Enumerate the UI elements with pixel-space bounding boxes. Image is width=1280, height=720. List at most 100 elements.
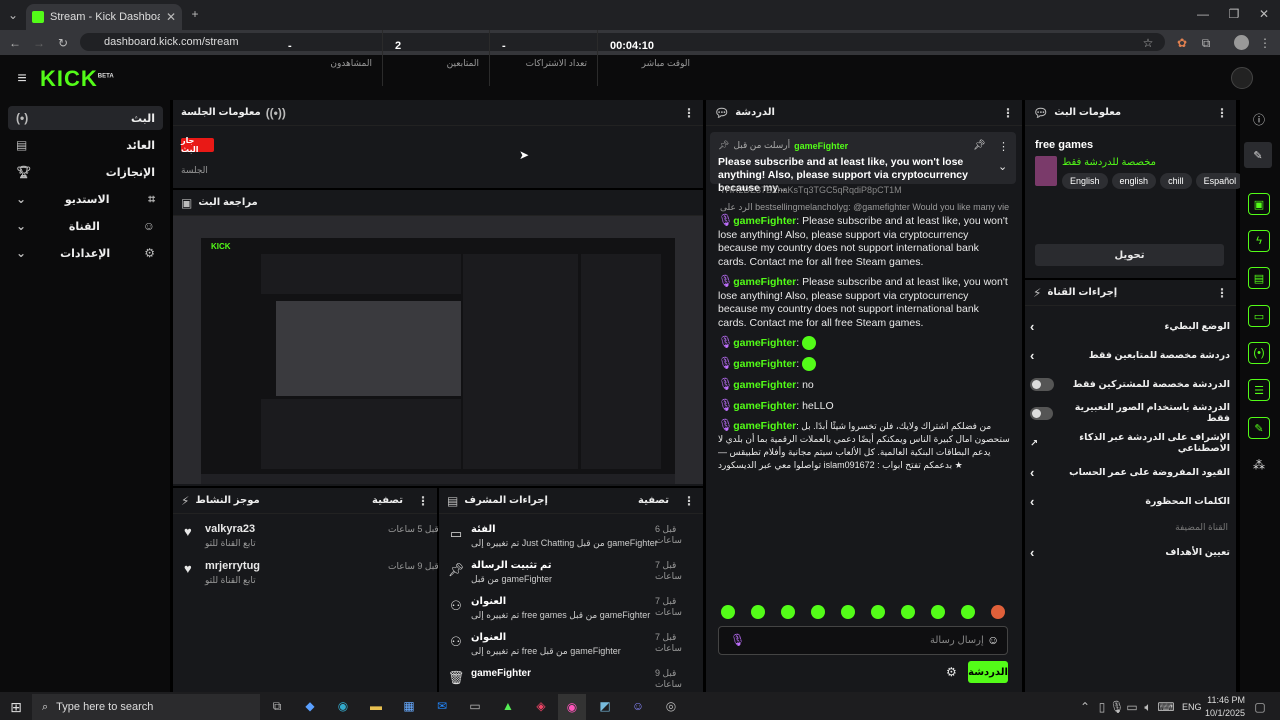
chat-message[interactable]: 🎙︎gameFighter: heLLO	[718, 398, 1010, 414]
emote-icon[interactable]	[931, 605, 945, 619]
copilot-icon[interactable]: ◆	[303, 699, 317, 713]
emote-icon[interactable]	[721, 605, 735, 619]
outlook-icon[interactable]: ✉	[435, 699, 449, 713]
discord-icon[interactable]: ☺	[631, 699, 645, 713]
tab-list-icon[interactable]: ⌄	[6, 8, 20, 22]
sidebar-item-studio[interactable]: ⌄ الاستديو ⌗	[8, 187, 163, 211]
emote-icon[interactable]	[811, 605, 825, 619]
more-options-icon[interactable]: ⋮	[1216, 286, 1228, 300]
app-icon[interactable]: ◈	[534, 699, 548, 713]
task-view-icon[interactable]: ⧉	[270, 699, 284, 714]
nodes-icon[interactable]: ⁂	[1252, 458, 1266, 472]
sidebar-item-channel[interactable]: ⌄ القناة ☺	[8, 214, 163, 238]
channel-action-emotes-only[interactable]: الدردشة باستخدام الصور التعبيرية فقط	[1030, 399, 1230, 427]
layout-icon[interactable]: ☰	[1248, 379, 1270, 401]
sidebar-item-stream[interactable]: (•) البث	[8, 106, 163, 130]
taskbar-search[interactable]: ⌕ Type here to search	[32, 694, 260, 720]
tray-chevron-icon[interactable]: ⌃	[1080, 700, 1090, 714]
sidebar-item-settings[interactable]: ⌄ الإعدادات ⚙	[8, 241, 163, 265]
language-indicator[interactable]: ENG	[1182, 702, 1202, 712]
mic-icon[interactable]: 🎙︎	[1109, 700, 1124, 714]
browser-menu-icon[interactable]: ⋮	[1259, 36, 1271, 50]
emote-icon[interactable]	[901, 605, 915, 619]
user-avatar[interactable]	[1231, 67, 1253, 89]
channel-action-followers-only[interactable]: دردشة مخصصة للمتابعين فقط ›	[1030, 341, 1230, 369]
minimize-icon[interactable]: —	[1196, 7, 1210, 21]
send-chat-button[interactable]: الدردشة	[968, 661, 1008, 683]
profile-avatar[interactable]	[1234, 35, 1249, 50]
preview-toggle-icon[interactable]: ▣	[1248, 193, 1270, 215]
emoji-icon[interactable]: ☺	[987, 633, 999, 647]
more-options-icon[interactable]: ⋮	[1002, 106, 1014, 120]
taskbar-time[interactable]: 11:46 PM	[1207, 695, 1245, 705]
channel-action-subscribers-only[interactable]: الدردشة مخصصة للمشتركين فقط	[1030, 370, 1230, 398]
emote-icon[interactable]	[871, 605, 885, 619]
app-icon[interactable]: ▲	[501, 699, 515, 713]
document-icon[interactable]: ▤	[1248, 267, 1270, 289]
taskbar-date[interactable]: 10/1/2025	[1200, 708, 1245, 718]
channel-action-banned-words[interactable]: الكلمات المحظورة ›	[1030, 487, 1230, 515]
edge-icon[interactable]: ◉	[336, 699, 350, 713]
notifications-icon[interactable]: ▢	[1254, 700, 1266, 714]
network-icon[interactable]: ▭	[1126, 700, 1137, 714]
extension-icon[interactable]: ✿	[1175, 36, 1189, 50]
keyboard-icon[interactable]: ⌨	[1157, 700, 1174, 714]
emote-icon[interactable]	[751, 605, 765, 619]
chat-message[interactable]: 🎙︎gameFighter: من فضلكم اشتراك ولايك، فل…	[718, 419, 1010, 472]
broadcast-icon[interactable]: (•)	[1248, 342, 1270, 364]
emote-icon[interactable]	[961, 605, 975, 619]
forward-icon[interactable]: →	[32, 36, 46, 50]
app-icon[interactable]: ◩	[598, 699, 612, 713]
edit-pencil-icon[interactable]: ✎	[1244, 142, 1272, 168]
chat-message[interactable]: 🎙︎gameFighter: Please subscribe and at l…	[718, 274, 1010, 330]
channel-action-slow-mode[interactable]: الوضع البطيء ›	[1030, 312, 1230, 340]
back-icon[interactable]: ←	[8, 36, 22, 50]
windows-start-icon[interactable]: ⊞	[8, 699, 24, 716]
obs-icon[interactable]: ◎	[664, 699, 678, 713]
chat-message[interactable]: 🎙︎gameFighter: no	[718, 377, 1010, 393]
unpin-icon[interactable]: 📌︎	[973, 140, 986, 151]
wrench-icon[interactable]: ✎	[1248, 417, 1270, 439]
emote-icon[interactable]	[991, 605, 1005, 619]
more-options-icon[interactable]: ⋮	[998, 140, 1009, 153]
sidebar-item-achievements[interactable]: 🏆︎ الإنجازات	[8, 160, 163, 184]
volume-icon[interactable]: 🔈︎	[1143, 700, 1153, 715]
restore-icon[interactable]: ❐	[1227, 7, 1241, 21]
extensions-puzzle-icon[interactable]: ⧉	[1199, 36, 1213, 51]
chat-bubble-icon[interactable]: ▭	[1248, 305, 1270, 327]
chat-message[interactable]: 🎙︎gameFighter:	[718, 356, 1010, 372]
mod-filter-button[interactable]: تصفية	[638, 495, 669, 506]
gear-icon[interactable]: ⚙	[946, 665, 957, 679]
more-options-icon[interactable]: ⋮	[1216, 106, 1228, 120]
reload-icon[interactable]: ↻	[56, 36, 70, 50]
chevron-down-icon[interactable]: ⌄	[998, 160, 1007, 173]
hamburger-menu-icon[interactable]: ≡	[14, 70, 30, 88]
chat-message[interactable]: 🎙︎gameFighter: Please subscribe and at l…	[718, 213, 1010, 269]
close-window-icon[interactable]: ✕	[1257, 7, 1271, 21]
emote-icon[interactable]	[841, 605, 855, 619]
lightning-icon[interactable]: ϟ	[1248, 230, 1270, 252]
channel-action-account-age[interactable]: القيود المفروضة على عمر الحساب ›	[1030, 458, 1230, 486]
more-options-icon[interactable]: ⋮	[683, 494, 695, 508]
activity-filter-button[interactable]: تصفية	[372, 495, 403, 506]
bookmark-star-icon[interactable]: ☆	[1141, 36, 1155, 50]
file-explorer-icon[interactable]: ▬	[369, 699, 383, 713]
emote-icon[interactable]	[781, 605, 795, 619]
more-options-icon[interactable]: ⋮	[683, 106, 695, 120]
browser-tab[interactable]: Stream - Kick Dashboard ✕	[26, 4, 182, 30]
new-tab-icon[interactable]: +	[188, 7, 202, 21]
channel-action-ai-moderation[interactable]: الإشراف على الدردشة عبر الذكاء الاصطناعي…	[1030, 429, 1230, 457]
terminal-icon[interactable]: ▭	[468, 699, 482, 713]
chat-message[interactable]: 🎙︎gameFighter:	[718, 335, 1010, 351]
kick-logo[interactable]: KICKBETA	[40, 66, 114, 92]
channel-action-goals[interactable]: تعيين الأهداف ›	[1030, 538, 1230, 566]
stream-preview-video[interactable]: KICK	[173, 216, 703, 484]
close-tab-icon[interactable]: ✕	[166, 10, 176, 24]
edit-stream-info-button[interactable]: تحويل	[1035, 244, 1224, 266]
sidebar-item-revenue[interactable]: ▤ العائد	[8, 133, 163, 157]
info-icon[interactable]: ⓘ	[1252, 111, 1266, 128]
tray-icon[interactable]: ▯	[1097, 700, 1107, 714]
chrome-taskbar-button[interactable]: ◉	[558, 694, 586, 720]
store-icon[interactable]: ▦	[402, 699, 416, 713]
more-options-icon[interactable]: ⋮	[417, 494, 429, 508]
